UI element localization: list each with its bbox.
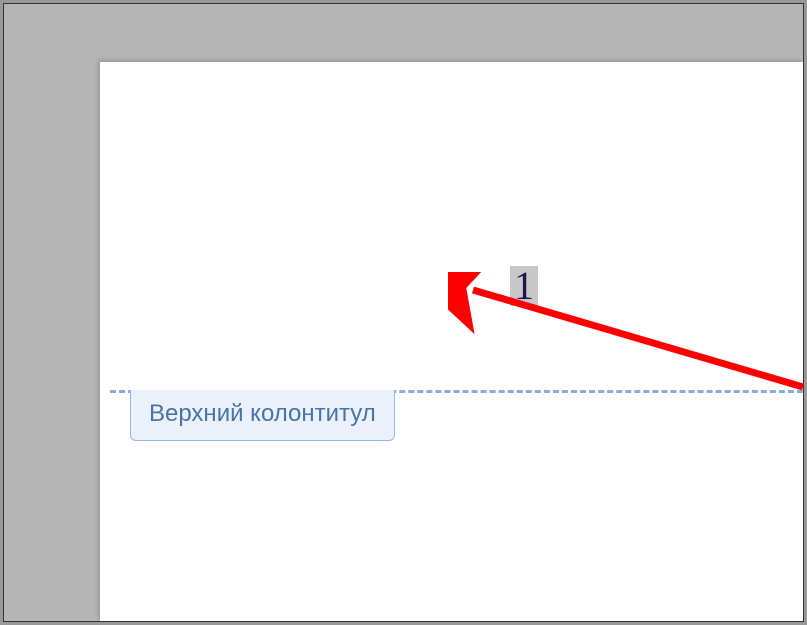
- page-number-field[interactable]: 1: [510, 266, 538, 306]
- app-frame: 1 Верхний колонтитул: [3, 3, 804, 622]
- header-area[interactable]: 1: [100, 62, 803, 390]
- document-background: 1 Верхний колонтитул: [4, 4, 803, 621]
- header-tab-label[interactable]: Верхний колонтитул: [130, 390, 395, 441]
- document-page[interactable]: 1 Верхний колонтитул: [100, 62, 803, 621]
